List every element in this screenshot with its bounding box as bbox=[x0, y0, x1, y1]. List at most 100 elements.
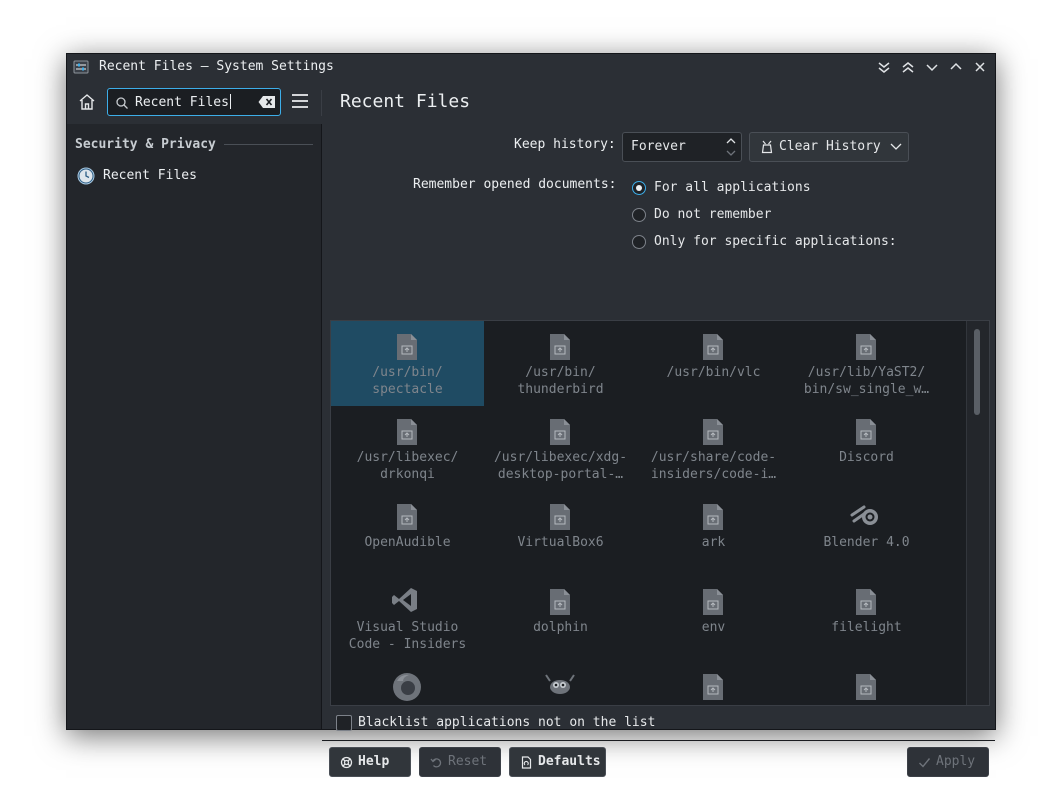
app-tile-label: /usr/bin/ thunderbird bbox=[517, 365, 604, 397]
app-tile[interactable]: filelight bbox=[790, 576, 943, 661]
app-tile[interactable]: Visual Studio Code - Insiders bbox=[331, 576, 484, 661]
blacklist-label: Blacklist applications not on the list bbox=[358, 715, 656, 730]
radio-label: Only for specific applications: bbox=[654, 234, 897, 249]
system-settings-app-icon bbox=[73, 60, 89, 74]
app-tile-label: filelight bbox=[831, 620, 902, 635]
undo-icon bbox=[430, 758, 442, 768]
app-tile[interactable] bbox=[331, 661, 484, 705]
keep-history-label: Keep history: bbox=[514, 137, 616, 152]
spin-arrows-icon[interactable] bbox=[725, 135, 737, 159]
blender-icon bbox=[850, 501, 878, 529]
clear-text-icon[interactable] bbox=[258, 95, 276, 109]
double-chevron-up-icon bbox=[902, 62, 914, 73]
remember-documents-label: Remember opened documents: bbox=[413, 177, 617, 192]
firefox-icon bbox=[391, 671, 421, 701]
app-tile-label: /usr/share/code- insiders/code-i… bbox=[650, 450, 777, 482]
app-tile-label: Visual Studio Code - Insiders bbox=[348, 620, 467, 652]
radio-button[interactable] bbox=[632, 208, 646, 222]
minimize-button[interactable] bbox=[923, 58, 941, 76]
chevron-down-icon bbox=[926, 64, 938, 72]
app-tile[interactable]: OpenAudible bbox=[331, 491, 484, 576]
sidebar-item-recent-files[interactable]: Recent Files bbox=[75, 165, 315, 189]
generic-file-icon bbox=[395, 418, 419, 446]
section-divider bbox=[224, 144, 313, 145]
radio-label: Do not remember bbox=[654, 207, 772, 222]
generic-file-icon bbox=[548, 503, 572, 531]
generic-file-icon bbox=[854, 588, 878, 616]
app-tile[interactable]: /usr/bin/ thunderbird bbox=[484, 321, 637, 406]
app-tile[interactable]: dolphin bbox=[484, 576, 637, 661]
dialog-button-bar: Help Reset Defaults Apply bbox=[322, 740, 995, 777]
keep-above-button[interactable] bbox=[899, 58, 917, 76]
app-tile[interactable]: Discord bbox=[790, 406, 943, 491]
app-tile-label: /usr/bin/ spectacle bbox=[372, 365, 443, 397]
vscode-icon bbox=[391, 586, 417, 614]
generic-file-icon bbox=[854, 673, 878, 701]
help-icon bbox=[340, 756, 353, 769]
app-tile-label: ark bbox=[701, 535, 726, 550]
app-tile[interactable]: env bbox=[637, 576, 790, 661]
app-tile[interactable]: /usr/bin/ spectacle bbox=[331, 321, 484, 406]
app-tile[interactable]: /usr/libexec/ drkonqi bbox=[331, 406, 484, 491]
chevron-down-icon bbox=[890, 143, 902, 150]
generic-file-icon bbox=[701, 673, 725, 701]
search-input[interactable]: Recent Files bbox=[107, 88, 281, 116]
title-bar[interactable]: Recent Files — System Settings bbox=[67, 54, 995, 80]
close-icon bbox=[975, 62, 985, 72]
scrollbar-thumb[interactable] bbox=[974, 329, 980, 415]
radio-button[interactable] bbox=[632, 235, 646, 249]
search-icon bbox=[116, 97, 128, 109]
toolbar-divider bbox=[321, 90, 322, 116]
clear-history-label: Clear History bbox=[779, 139, 881, 154]
app-tile[interactable]: Blender 4.0 bbox=[790, 491, 943, 576]
sidebar-item-label: Recent Files bbox=[103, 168, 197, 183]
generic-file-icon bbox=[395, 333, 419, 361]
blacklist-checkbox[interactable] bbox=[336, 715, 352, 731]
defaults-button[interactable]: Defaults bbox=[509, 747, 606, 777]
reset-label: Reset bbox=[448, 754, 488, 769]
app-tile[interactable] bbox=[637, 661, 790, 705]
radio-label: For all applications bbox=[654, 180, 811, 195]
app-tile-label: /usr/libexec/xdg- desktop-portal-… bbox=[493, 450, 628, 482]
app-tile-label: /usr/bin/vlc bbox=[666, 365, 761, 380]
radio-button[interactable] bbox=[632, 181, 646, 195]
keep-history-value: Forever bbox=[631, 139, 686, 154]
sidebar: Security & Privacy Recent Files bbox=[67, 124, 322, 729]
app-tile-label: Blender 4.0 bbox=[823, 535, 910, 550]
keep-below-button[interactable] bbox=[875, 58, 893, 76]
app-tile-label: /usr/libexec/ drkonqi bbox=[356, 450, 459, 482]
generic-file-icon bbox=[854, 333, 878, 361]
maximize-button[interactable] bbox=[947, 58, 965, 76]
window-title: Recent Files — System Settings bbox=[99, 59, 334, 74]
app-tile-label: dolphin bbox=[533, 620, 588, 635]
vertical-scrollbar[interactable] bbox=[966, 321, 989, 705]
app-tile[interactable]: /usr/lib/YaST2/ bin/sw_single_w… bbox=[790, 321, 943, 406]
close-button[interactable] bbox=[971, 58, 989, 76]
clear-history-button[interactable]: Clear History bbox=[749, 132, 909, 162]
app-tile[interactable]: /usr/share/code- insiders/code-i… bbox=[637, 406, 790, 491]
app-tile[interactable] bbox=[484, 661, 637, 705]
help-button[interactable]: Help bbox=[329, 747, 411, 777]
app-tile[interactable] bbox=[790, 661, 943, 705]
generic-file-icon bbox=[548, 418, 572, 446]
app-tile-label: env bbox=[701, 620, 726, 635]
menu-button[interactable] bbox=[291, 93, 309, 109]
app-tile[interactable]: ark bbox=[637, 491, 790, 576]
app-tile[interactable]: /usr/bin/vlc bbox=[637, 321, 790, 406]
system-settings-window: Recent Files — System Settings Recent Fi… bbox=[66, 53, 996, 777]
keep-history-spinbox[interactable]: Forever bbox=[622, 132, 742, 162]
chevron-up-icon bbox=[950, 62, 962, 70]
apply-button[interactable]: Apply bbox=[907, 747, 989, 777]
reset-button[interactable]: Reset bbox=[419, 747, 501, 777]
defaults-label: Defaults bbox=[538, 754, 601, 769]
generic-file-icon bbox=[701, 418, 725, 446]
app-tile[interactable]: VirtualBox6 bbox=[484, 491, 637, 576]
hamburger-menu-icon bbox=[292, 94, 308, 108]
home-icon bbox=[79, 94, 95, 110]
clock-icon bbox=[77, 167, 95, 185]
gimp-icon bbox=[544, 671, 575, 699]
home-button[interactable] bbox=[77, 92, 99, 114]
document-revert-icon bbox=[521, 756, 532, 769]
app-tile[interactable]: /usr/libexec/xdg- desktop-portal-… bbox=[484, 406, 637, 491]
application-grid[interactable]: filelight env dolphin Visual Studio Code - … bbox=[330, 320, 990, 706]
